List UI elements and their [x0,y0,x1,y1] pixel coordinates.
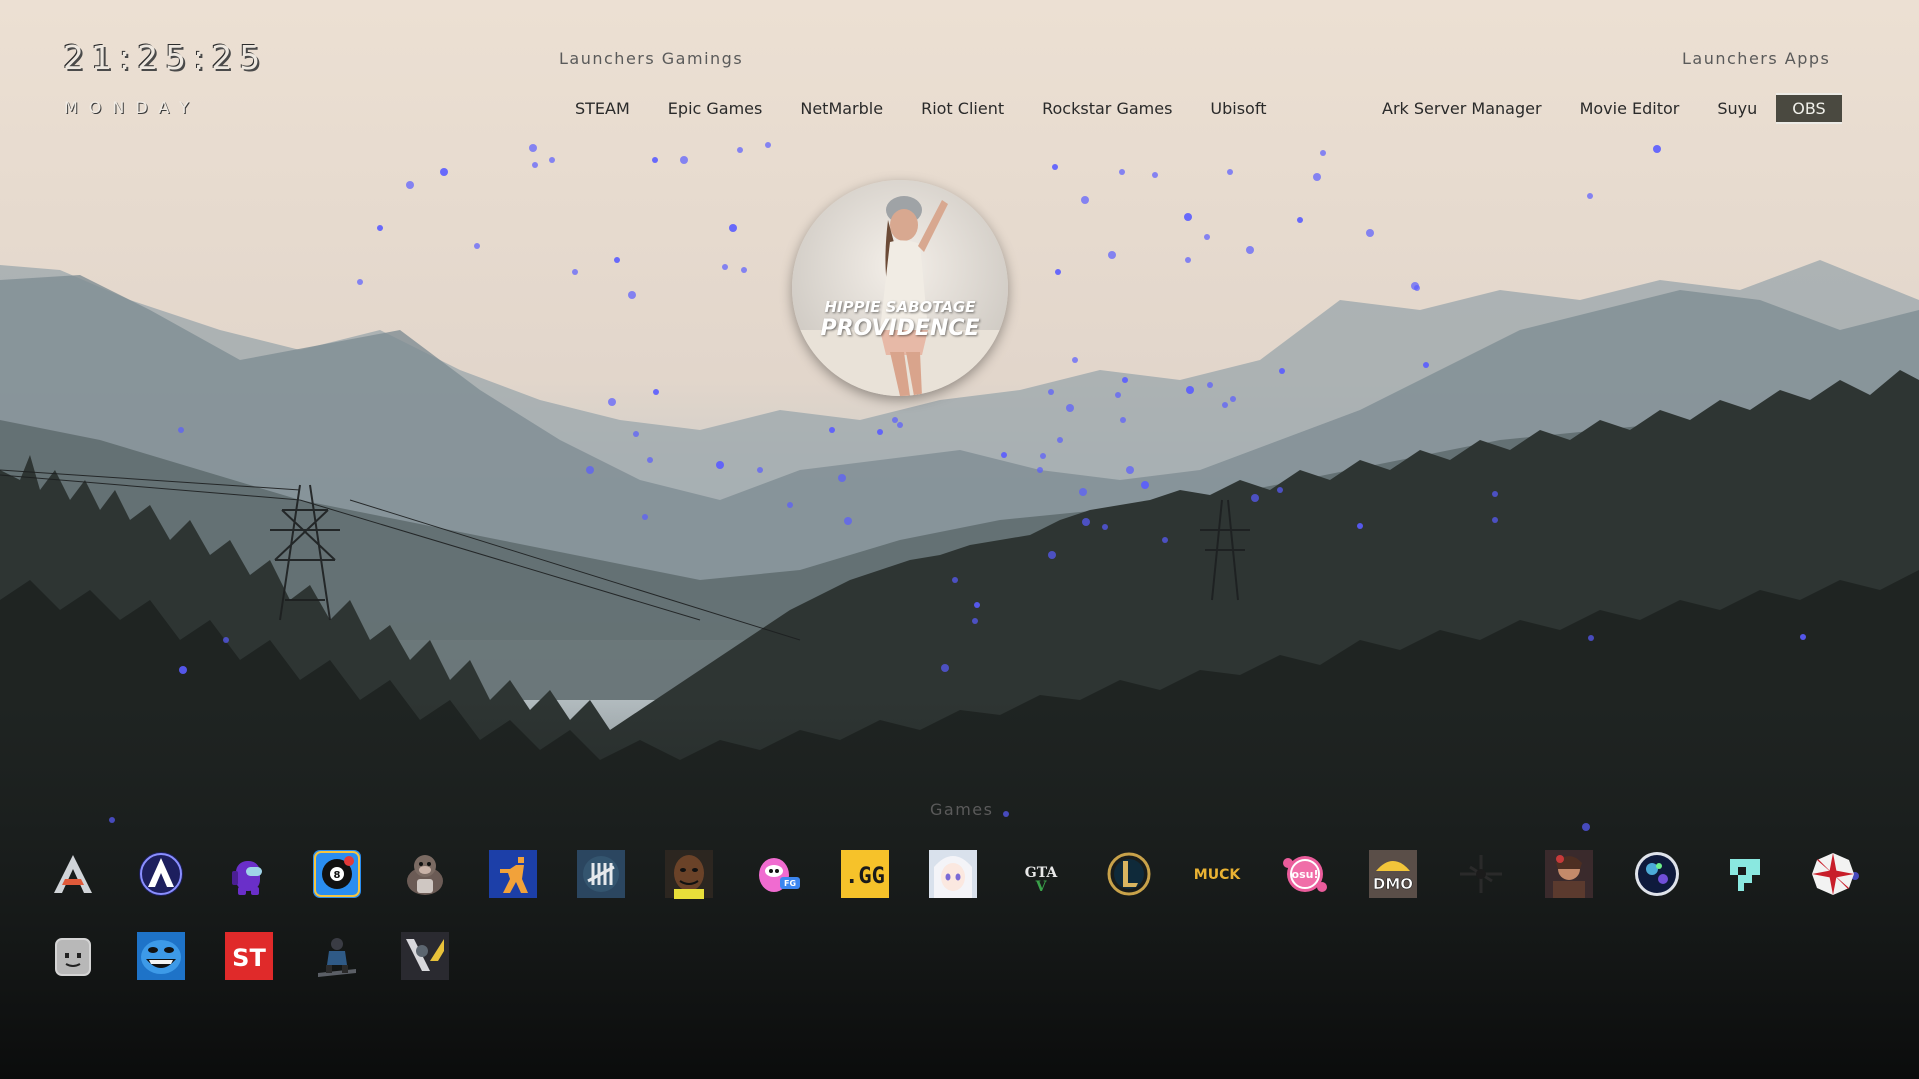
launcher-rockstar-games[interactable]: Rockstar Games [1023,93,1191,124]
album-cover-image [792,180,1008,396]
fall-guys-icon[interactable]: FG [752,849,802,899]
rider-icon[interactable] [312,931,362,981]
dead-by-daylight-icon[interactable] [576,849,626,899]
osu-text: osu! [1292,868,1319,881]
gorilla-icon[interactable] [400,849,450,899]
among-us-icon[interactable] [224,849,274,899]
pixel-creature-icon[interactable] [1720,849,1770,899]
games-grid: 8 FG .GG GTA V MUCK osu! DMO ST [48,849,1888,981]
grinning-mask-icon[interactable] [136,931,186,981]
app-obs[interactable]: OBS [1776,93,1842,124]
gg-icon[interactable]: .GG [840,849,890,899]
valorant-icon[interactable] [400,931,450,981]
ark-icon[interactable] [48,849,98,899]
launcher-riot-client[interactable]: Riot Client [902,93,1023,124]
svg-text:8: 8 [334,870,341,881]
apex-icon[interactable] [136,849,186,899]
clock-weekday: MONDAY [64,98,200,117]
launchers-gaming-nav: STEAM Epic Games NetMarble Riot Client R… [556,93,1285,124]
league-of-legends-icon[interactable] [1104,849,1154,899]
launchers-apps-title: Launchers Apps [1682,49,1831,68]
launchers-apps-nav: Ark Server Manager Movie Editor Suyu OBS [1363,93,1842,124]
counter-strike-icon[interactable] [488,849,538,899]
roblox-face-icon[interactable] [48,931,98,981]
launcher-netmarble[interactable]: NetMarble [781,93,902,124]
st-icon[interactable]: ST [224,931,274,981]
album-artist: HIPPIE SABOTAGE [824,298,976,316]
svg-text:V: V [1035,879,1048,895]
launcher-epic-games[interactable]: Epic Games [649,93,782,124]
gg-text: .GG [845,864,885,889]
dmo-text: DMO [1373,875,1413,893]
dmo-icon[interactable]: DMO [1368,849,1418,899]
app-ark-server-manager[interactable]: Ark Server Manager [1363,93,1561,124]
launcher-ubisoft[interactable]: Ubisoft [1191,93,1285,124]
umbrella-icon[interactable] [1808,849,1858,899]
gta-v-icon[interactable]: GTA V [1016,849,1066,899]
clock-time: 21:25:25 [63,38,268,77]
svg-text:FG: FG [784,879,796,888]
osu-icon[interactable]: osu! [1280,849,1330,899]
muck-text: MUCK [1194,867,1242,883]
app-suyu[interactable]: Suyu [1698,93,1776,124]
album-caption: HIPPIE SABOTAGE PROVIDENCE [792,300,1008,340]
muck-icon[interactable]: MUCK [1192,849,1242,899]
games-section-title: Games [930,800,994,819]
space-orb-icon[interactable] [1632,849,1682,899]
hero-portrait-icon[interactable] [1544,849,1594,899]
launchers-gaming-title: Launchers Gamings [559,49,744,68]
now-playing-album-art[interactable]: HIPPIE SABOTAGE PROVIDENCE [792,180,1008,396]
launcher-steam[interactable]: STEAM [556,93,649,124]
anime-girl-icon[interactable] [928,849,978,899]
app-movie-editor[interactable]: Movie Editor [1561,93,1699,124]
meme-face-icon[interactable] [664,849,714,899]
album-track: PROVIDENCE [820,316,980,341]
dark-logo-icon[interactable] [1456,849,1506,899]
st-text: ST [232,944,266,972]
8-ball-pool-icon[interactable]: 8 [312,849,362,899]
